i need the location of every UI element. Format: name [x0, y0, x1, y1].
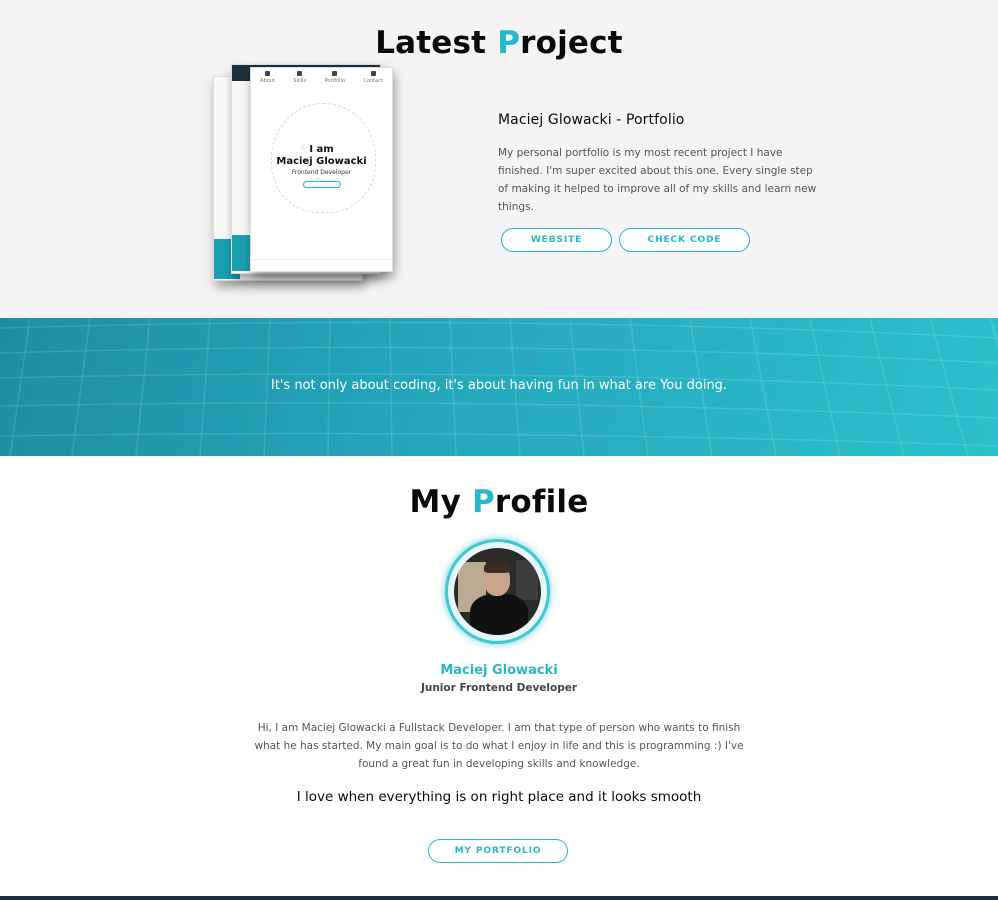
project-mockup-image: About Skills Portfolio Contact I am Maci…: [205, 62, 405, 297]
mockup-button: [303, 181, 341, 188]
project-name: Maciej Glowacki - Portfolio: [498, 112, 685, 128]
profile-tagline: I love when everything is on right place…: [296, 789, 702, 805]
avatar-ring: [445, 539, 550, 644]
mockup-footer: [251, 259, 392, 267]
title-accent-letter: P: [471, 484, 495, 520]
website-button[interactable]: WEBSITE: [501, 228, 612, 252]
check-code-button[interactable]: CHECK CODE: [619, 228, 750, 252]
mockup-nav: About Skills Portfolio Contact: [251, 71, 392, 93]
mockup-nav-item: About: [260, 71, 275, 93]
profile-about-text: Hi, I am Maciej Glowacki a Fullstack Dev…: [254, 722, 744, 770]
profile-name: Maciej Glowacki: [440, 663, 558, 678]
project-description: My personal portfolio is my most recent …: [498, 147, 817, 213]
profile-section: My Profile Maciej Glowacki Junior Fronte…: [0, 456, 998, 900]
title-accent-letter: P: [497, 25, 521, 61]
quote-banner: It's not only about coding, it's about h…: [0, 318, 998, 456]
mockup-heading-2: Maciej Glowacki: [276, 156, 367, 167]
mockup-nav-item: Portfolio: [324, 71, 345, 93]
title-text-rest: rofile: [494, 484, 589, 520]
profile-role: Junior Frontend Developer: [420, 682, 578, 694]
mockup-nav-item: Contact: [363, 71, 383, 93]
mockup-page-front: About Skills Portfolio Contact I am Maci…: [250, 67, 393, 272]
banner-quote: It's not only about coding, it's about h…: [270, 378, 728, 393]
project-info: Maciej Glowacki - Portfolio My personal …: [498, 112, 828, 216]
profile-title: My Profile: [0, 484, 998, 520]
title-text-rest: roject: [520, 25, 623, 61]
mockup-subheading: Frontend Developer: [291, 169, 352, 176]
my-portfolio-button[interactable]: MY PORTFOLIO: [428, 839, 568, 863]
title-text: My: [409, 484, 472, 520]
mockup-heading-1: I am: [309, 144, 334, 155]
latest-project-section: Latest Project About Skills Portfolio Co…: [0, 0, 998, 318]
latest-project-title: Latest Project: [0, 25, 998, 61]
mockup-nav-item: Skills: [293, 71, 306, 93]
title-text: Latest: [375, 25, 498, 61]
avatar: [454, 548, 541, 635]
footer-top-edge: [0, 896, 998, 900]
